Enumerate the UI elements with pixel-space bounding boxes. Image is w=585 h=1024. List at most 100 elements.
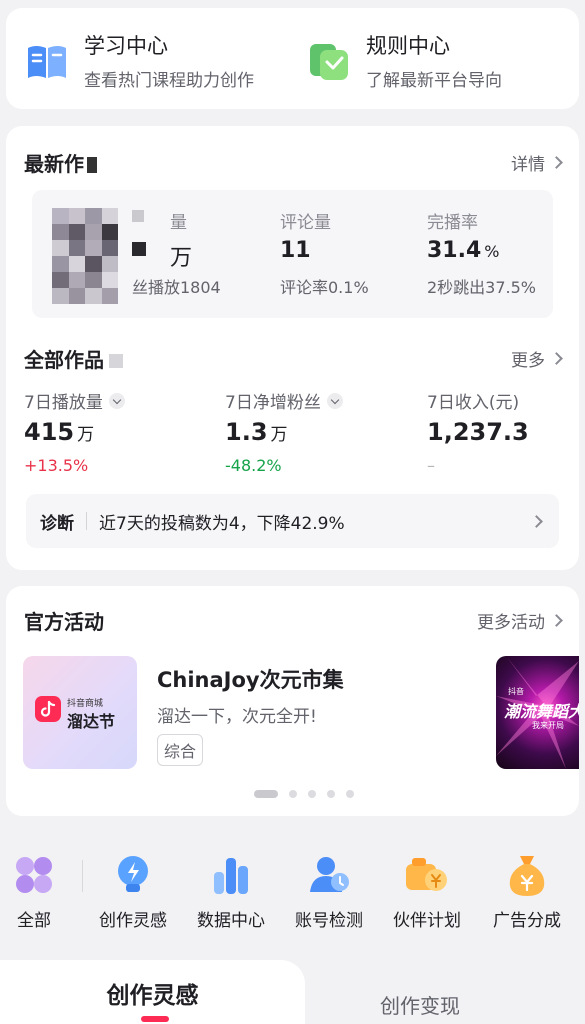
chevron-right-icon xyxy=(550,614,563,627)
completion-rate-label: 完播率 xyxy=(427,213,478,233)
account-check-icon xyxy=(306,852,352,898)
tab-creative-monetization[interactable]: 创作变现 xyxy=(380,990,460,1019)
next-event-subtitle: 我来开局 xyxy=(532,721,564,730)
diagnosis-bar[interactable]: 诊断 近7天的投稿数为4，下降42.9% xyxy=(26,494,559,548)
bar-chart-icon xyxy=(208,852,254,898)
stat-7d-fans-value: 1.3 万 xyxy=(225,418,288,446)
carousel-dot xyxy=(289,790,297,798)
chevron-right-icon xyxy=(550,352,563,365)
all-works-title-text: 全部作品 xyxy=(24,348,104,372)
entry-title: 学习中心 xyxy=(84,34,168,58)
all-works-more-link[interactable]: 更多 xyxy=(511,346,563,371)
more-events-link[interactable]: 更多活动 xyxy=(477,608,563,633)
tab-creative-inspiration[interactable]: 创作灵感 xyxy=(0,960,305,1024)
stat-7d-fans-label[interactable]: 7日净增粉丝 xyxy=(225,388,343,413)
comment-count-label: 评论量 xyxy=(280,213,331,233)
partner-icon xyxy=(404,852,450,898)
rules-icon xyxy=(306,38,352,84)
mosaic-blur xyxy=(132,242,146,256)
diagnosis-text: 近7天的投稿数为4，下降42.9% xyxy=(99,513,345,534)
play-count-label: 量 xyxy=(170,213,187,233)
event-tag: 综合 xyxy=(157,734,204,766)
event-brand-big: 溜达节 xyxy=(67,712,116,731)
next-event-brand: 抖音 xyxy=(508,687,524,696)
mosaic-blur xyxy=(109,354,123,368)
events-title: 官方活动 xyxy=(24,610,104,634)
latest-work-detail-link[interactable]: 详情 xyxy=(511,150,563,175)
play-count-sub: 丝播放1804 xyxy=(132,278,221,297)
bulb-icon xyxy=(110,852,156,898)
event-description: 溜达一下，次元全开! xyxy=(157,707,317,727)
tool-label: 伙伴计划 xyxy=(393,911,461,931)
tool-partner-plan[interactable]: 伙伴计划 xyxy=(382,852,472,931)
works-card: 最新作 详情 量 万 丝播放1804 评论量 11 评论率0.1% 完播率 31… xyxy=(6,126,579,570)
stat-label-text: 7日净增粉丝 xyxy=(225,393,321,413)
tool-label: 账号检测 xyxy=(295,911,363,931)
official-events-card: 官方活动 更多活动 抖音商城 溜达节 ChinaJoy次元市集 溜达一下，次元全… xyxy=(6,586,579,816)
tab-active-indicator xyxy=(141,1016,169,1022)
chevron-right-icon xyxy=(550,156,563,169)
tool-creative-inspiration[interactable]: 创作灵感 xyxy=(88,852,178,931)
stat-number: 1.3 xyxy=(225,418,268,446)
stat-7d-income-label: 7日收入(元) xyxy=(427,393,520,413)
event-title[interactable]: ChinaJoy次元市集 xyxy=(157,664,344,694)
stat-number: 415 xyxy=(24,418,75,446)
completion-rate-number: 31.4 xyxy=(427,238,482,263)
all-works-title: 全部作品 xyxy=(24,344,123,373)
bottom-tab-bar: 创作灵感 创作变现 xyxy=(0,960,585,1024)
more-events-label: 更多活动 xyxy=(477,613,545,633)
bounce-rate: 2秒跳出37.5% xyxy=(427,278,537,297)
money-bag-icon xyxy=(504,852,550,898)
carousel-dot-active xyxy=(254,790,278,798)
more-label: 更多 xyxy=(511,351,545,371)
shopping-bag-icon xyxy=(35,696,61,722)
tool-label: 数据中心 xyxy=(197,911,265,931)
latest-work-title-text: 最新作 xyxy=(24,152,84,176)
tab-label: 创作灵感 xyxy=(106,983,199,1009)
book-icon xyxy=(24,38,70,84)
stat-7d-income-delta: – xyxy=(427,456,435,475)
entry-title: 规则中心 xyxy=(366,34,450,58)
tool-label: 广告分成 xyxy=(493,911,561,931)
stat-7d-fans-delta: -48.2% xyxy=(225,456,282,475)
tool-account-check[interactable]: 账号检测 xyxy=(284,852,374,931)
chevron-down-icon xyxy=(108,392,125,409)
divider xyxy=(86,512,87,530)
play-count-value: 万 xyxy=(170,246,193,271)
stat-7d-plays-delta: +13.5% xyxy=(24,456,89,475)
event-thumbnail[interactable]: 抖音商城 溜达节 xyxy=(23,656,137,769)
rules-center-entry[interactable]: 规则中心 了解最新平台导向 xyxy=(306,32,502,91)
stat-label-text: 7日播放量 xyxy=(24,393,103,413)
tool-label: 全部 xyxy=(17,911,51,931)
carousel-dot xyxy=(346,790,354,798)
comment-rate: 评论率0.1% xyxy=(280,278,369,297)
completion-rate-value: 31.4% xyxy=(427,238,499,263)
carousel-indicator xyxy=(254,790,354,798)
quick-entry-card: 学习中心 查看热门课程助力创作 规则中心 了解最新平台导向 xyxy=(6,8,579,109)
latest-work-title: 最新作 xyxy=(24,148,97,177)
tool-all[interactable]: 全部 xyxy=(0,852,79,931)
stat-unit: 万 xyxy=(77,425,95,445)
diagnosis-label: 诊断 xyxy=(40,513,74,534)
stat-7d-plays-label[interactable]: 7日播放量 xyxy=(24,388,125,413)
tool-data-center[interactable]: 数据中心 xyxy=(186,852,276,931)
mosaic-blur xyxy=(87,157,97,173)
next-event-title: 潮流舞蹈大 xyxy=(504,702,579,721)
carousel-dot xyxy=(308,790,316,798)
mosaic-blur xyxy=(132,210,144,222)
stat-7d-income-value: 1,237.3 xyxy=(427,418,529,446)
carousel-dot xyxy=(327,790,335,798)
tool-ad-revenue[interactable]: 广告分成 xyxy=(482,852,572,931)
chevron-right-icon xyxy=(530,514,543,528)
latest-work-summary[interactable]: 量 万 丝播放1804 评论量 11 评论率0.1% 完播率 31.4% 2秒跳… xyxy=(32,190,553,318)
next-event-thumbnail[interactable]: 抖音 潮流舞蹈大 我来开局 xyxy=(496,656,579,769)
tool-label: 创作灵感 xyxy=(99,911,167,931)
stat-7d-plays-value: 415 万 xyxy=(24,418,94,446)
work-thumbnail xyxy=(52,208,118,304)
chevron-down-icon xyxy=(326,392,343,409)
stat-number: 1,237.3 xyxy=(427,418,529,446)
entry-subtitle: 了解最新平台导向 xyxy=(366,71,502,91)
completion-rate-unit: % xyxy=(484,242,500,261)
stat-unit: 万 xyxy=(270,425,288,445)
learning-center-entry[interactable]: 学习中心 查看热门课程助力创作 xyxy=(24,32,254,91)
